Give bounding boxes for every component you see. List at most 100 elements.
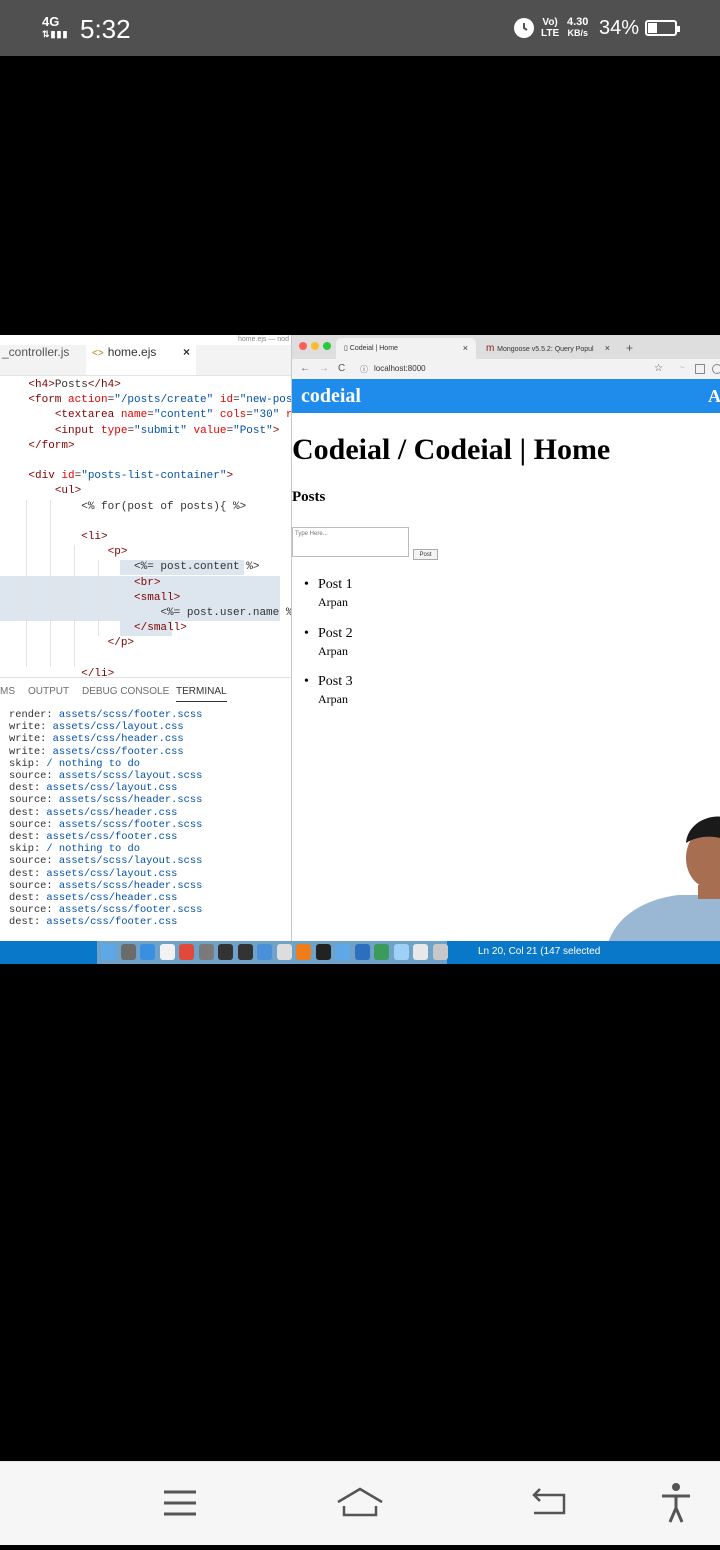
terminal-path: assets/scss/header.scss [58, 794, 203, 807]
vscode-icon[interactable] [354, 944, 370, 960]
terminal-label: source: [9, 770, 59, 782]
network-indicator: 4G ⇅▮▮▮ [42, 14, 68, 40]
code-line: <br> [2, 576, 160, 591]
tab-debug-console[interactable]: DEBUG CONSOLE [82, 686, 169, 697]
android-studio-icon[interactable] [374, 944, 389, 960]
reload-icon[interactable]: C [338, 363, 345, 374]
trash-icon[interactable] [432, 944, 448, 960]
safari-icon[interactable] [140, 944, 155, 960]
code-token: <div [28, 470, 62, 483]
browser-tab-label: Codeial | Home [349, 345, 398, 352]
post-button[interactable]: Post [413, 549, 438, 560]
obs-icon[interactable] [237, 944, 253, 960]
close-icon[interactable]: × [183, 345, 190, 359]
back-button[interactable] [510, 1462, 590, 1545]
tab-home-ejs[interactable]: <> home.ejs × [86, 345, 196, 375]
folder-icon[interactable] [393, 944, 409, 960]
home-button[interactable] [320, 1462, 400, 1545]
terminal-line: source: assets/scss/footer.scss [9, 819, 202, 831]
volte-top: Vo) [542, 17, 558, 28]
close-icon[interactable]: × [605, 338, 610, 359]
chrome-icon[interactable] [179, 944, 194, 960]
star-icon[interactable]: ☆ [654, 363, 663, 374]
terminal-path: assets/css/layout.css [46, 867, 178, 880]
url-field[interactable]: localhost:8000 [374, 364, 426, 373]
terminal-label: skip: [9, 757, 47, 770]
network-type: 4G [42, 14, 60, 29]
code-token: "content" [153, 409, 214, 422]
preview-icon[interactable] [276, 944, 292, 960]
code-editor: home.ejs — nod _controller.js <> home.ejs… [0, 335, 292, 941]
help-icon[interactable] [335, 944, 350, 960]
terminal-line: skip: / nothing to do [9, 758, 140, 770]
terminal-line: source: assets/scss/layout.scss [9, 770, 202, 782]
clock: 5:32 [80, 14, 131, 44]
tab-terminal[interactable]: TERMINAL [176, 686, 227, 702]
notes-icon[interactable] [159, 944, 175, 960]
tab-controller-js[interactable]: _controller.js [0, 345, 78, 375]
profile-icon[interactable] [712, 364, 720, 374]
terminal-output[interactable]: render: assets/scss/footer.scss write: as… [0, 709, 292, 934]
code-token: <h4> [28, 379, 55, 391]
code-line: <li> [2, 530, 108, 545]
terminal-label: dest: [9, 867, 47, 880]
terminal-line: render: assets/scss/footer.scss [9, 709, 202, 721]
code-token: "posts-list-container" [81, 470, 227, 483]
code-token: = [246, 409, 253, 422]
site-brand[interactable]: codeial [301, 385, 361, 408]
minimize-window-icon[interactable] [311, 342, 319, 350]
new-post-textarea[interactable] [292, 527, 409, 557]
code-token: <li> [81, 531, 108, 543]
forward-icon[interactable]: → [319, 363, 329, 374]
code-token: <%= post.content %> [134, 561, 260, 574]
code-token: </form> [28, 439, 75, 452]
info-icon[interactable]: ⓘ [360, 364, 368, 375]
tab-problems[interactable]: MS [0, 686, 15, 697]
accessibility-button[interactable] [636, 1462, 716, 1545]
browser-tab-codeial[interactable]: ▯ Codeial | Home × [336, 338, 476, 359]
sublime-icon[interactable] [296, 944, 311, 960]
extension-box-icon[interactable] [695, 364, 705, 374]
code-line: <small> [2, 591, 180, 606]
new-tab-button[interactable]: + [626, 338, 633, 359]
code-token: <textarea [54, 409, 121, 422]
terminal-label: write: [9, 721, 53, 734]
back-icon[interactable]: ← [300, 363, 310, 374]
tab-label: home.ejs [107, 345, 157, 359]
browser-tab-mongoose[interactable]: m Mongoose v5.5.2: Query Popul × [478, 338, 618, 359]
code-line: <input type="submit" value="Post"> [2, 424, 280, 439]
terminal-label: dest: [9, 782, 47, 795]
maximize-window-icon[interactable] [323, 342, 331, 350]
close-window-icon[interactable] [299, 342, 307, 350]
compass-icon[interactable] [218, 944, 233, 960]
terminal-path: assets/css/header.css [46, 806, 178, 819]
tab-output[interactable]: OUTPUT [28, 686, 69, 697]
posts-heading: Posts [292, 489, 326, 505]
monitor-icon[interactable] [413, 944, 428, 960]
nav-link[interactable]: A [708, 386, 720, 407]
navigation-bar [0, 1461, 720, 1545]
terminal-label: render: [9, 709, 59, 721]
close-icon[interactable]: × [463, 338, 468, 359]
bullet-icon: • [304, 674, 309, 689]
launchpad-icon[interactable] [120, 944, 136, 960]
extension-icon[interactable]: ~ [680, 363, 685, 372]
preferences-icon[interactable] [198, 944, 214, 960]
code-line: <form action="/posts/create" id="new-pos… [2, 393, 292, 408]
terminal-icon[interactable] [315, 944, 331, 960]
cursor-position-status[interactable]: Ln 20, Col 21 (147 selected [478, 946, 600, 957]
tab-label: _controller.js [2, 345, 70, 359]
terminal-line: dest: assets/css/footer.css [9, 831, 177, 843]
code-area[interactable]: <h4>Posts</h4> <form action = "/posts/crea… [0, 375, 292, 680]
menu-button[interactable] [140, 1462, 220, 1545]
finder-icon[interactable] [101, 944, 116, 960]
network-speed: 4.30 KB/s [567, 17, 588, 39]
code-token: </h4> [87, 379, 121, 391]
terminal-path: / nothing to do [46, 757, 140, 770]
download-icon[interactable] [257, 944, 272, 960]
terminal-path: assets/scss/footer.scss [58, 904, 203, 917]
video-frame[interactable]: home.ejs — nod _controller.js <> home.ejs… [0, 335, 720, 964]
terminal-label: source: [9, 904, 59, 917]
post-author: Arpan [318, 692, 348, 706]
